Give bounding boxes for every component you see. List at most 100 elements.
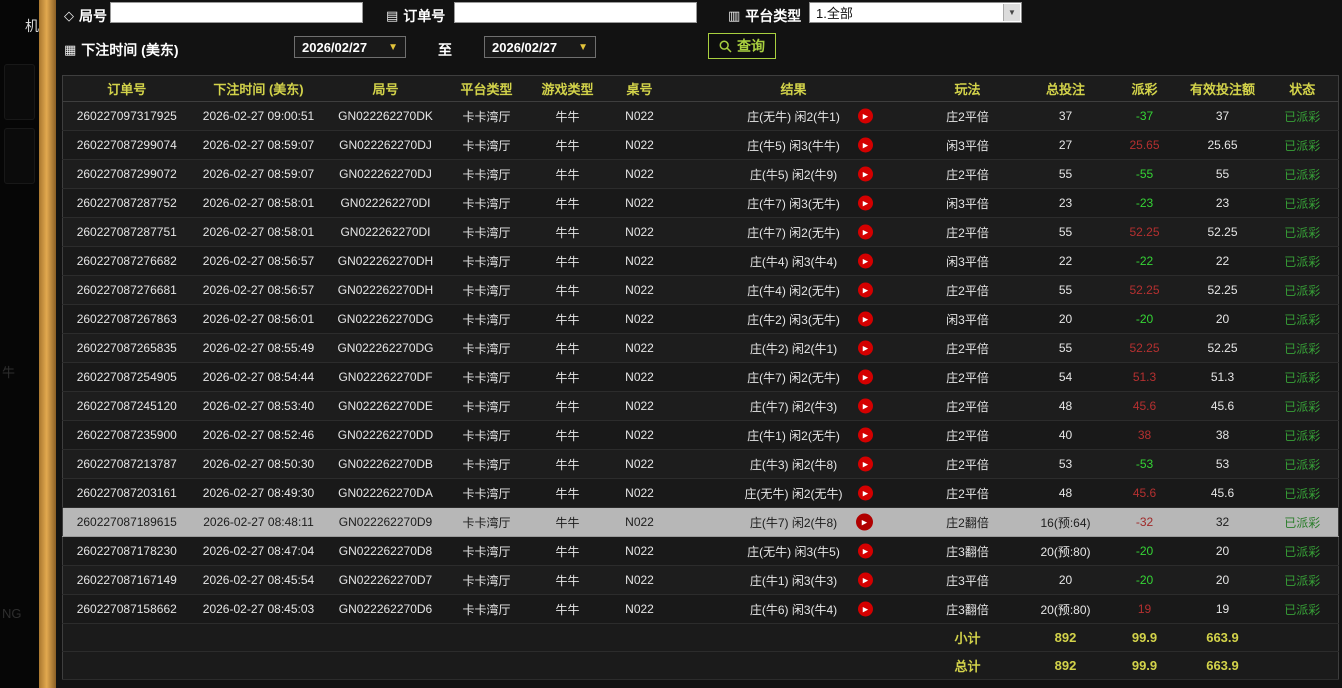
cell-payout: -20	[1111, 537, 1179, 566]
play-video-icon[interactable]: ▶	[858, 283, 873, 298]
play-video-icon[interactable]: ▶	[858, 370, 873, 385]
date-to-select[interactable]: 2026/02/27 ▼	[484, 36, 596, 58]
cell-order-no: 260227087299074	[63, 131, 191, 160]
result-text: 庄(牛5) 闲3(牛牛)	[747, 139, 840, 153]
table-row[interactable]: 2602270973179252026-02-27 09:00:51GN0222…	[63, 102, 1339, 131]
table-row[interactable]: 2602270872877522026-02-27 08:58:01GN0222…	[63, 189, 1339, 218]
play-video-icon[interactable]: ▶	[858, 225, 873, 240]
play-video-icon[interactable]: ▶	[858, 486, 873, 501]
cell-payout: 25.65	[1111, 131, 1179, 160]
table-header-row: 订单号下注时间 (美东)局号平台类型游戏类型桌号结果玩法总投注派彩有效投注额状态	[63, 76, 1339, 102]
cell-round-no: GN022262270DE	[327, 392, 445, 421]
table-row[interactable]: 2602270872549052026-02-27 08:54:44GN0222…	[63, 363, 1339, 392]
table-row[interactable]: 2602270871586622026-02-27 08:45:03GN0222…	[63, 595, 1339, 624]
cell-table-no: N022	[607, 131, 673, 160]
cell-play-type: 庄2平倍	[915, 450, 1021, 479]
cell-order-no: 260227087265835	[63, 334, 191, 363]
cell-order-no: 260227087178230	[63, 537, 191, 566]
cell-total-bet: 20	[1021, 305, 1111, 334]
order-no-label: ▤ 订单号	[386, 6, 445, 26]
date-from-select[interactable]: 2026/02/27 ▼	[294, 36, 406, 58]
cell-result: 庄(牛1) 闲2(无牛) ▶	[673, 421, 915, 450]
cell-payout: 52.25	[1111, 276, 1179, 305]
cell-bet-time: 2026-02-27 08:56:01	[191, 305, 327, 334]
table-row[interactable]: 2602270872658352026-02-27 08:55:49GN0222…	[63, 334, 1339, 363]
cell-table-no: N022	[607, 102, 673, 131]
chevron-down-icon: ▼	[1003, 4, 1020, 21]
play-video-icon[interactable]: ▶	[858, 544, 873, 559]
platform-type-label: ▥ 平台类型	[728, 6, 801, 26]
calendar-icon: ▦	[64, 42, 76, 58]
table-row[interactable]: 2602270872877512026-02-27 08:58:01GN0222…	[63, 218, 1339, 247]
play-video-icon[interactable]: ▶	[858, 399, 873, 414]
round-no-input[interactable]	[110, 2, 363, 23]
table-row[interactable]: 2602270872137872026-02-27 08:50:30GN0222…	[63, 450, 1339, 479]
table-row[interactable]: 2602270872359002026-02-27 08:52:46GN0222…	[63, 421, 1339, 450]
play-video-icon[interactable]: ▶	[858, 573, 873, 588]
play-video-icon[interactable]: ▶	[858, 428, 873, 443]
cell-total-bet: 55	[1021, 160, 1111, 189]
query-button[interactable]: 查询	[708, 33, 776, 59]
play-video-icon[interactable]: ▶	[858, 312, 873, 327]
sidebar-menu-text[interactable]: 机	[25, 16, 39, 36]
play-video-icon[interactable]: ▶	[858, 341, 873, 356]
table-row[interactable]: 2602270872766822026-02-27 08:56:57GN0222…	[63, 247, 1339, 276]
cell-total-bet: 40	[1021, 421, 1111, 450]
column-header: 玩法	[915, 76, 1021, 102]
cell-round-no: GN022262270DG	[327, 334, 445, 363]
total-payout: 99.9	[1111, 652, 1179, 680]
total-total-bet: 892	[1021, 652, 1111, 680]
cell-total-bet: 16(预:64)	[1021, 508, 1111, 537]
play-video-icon[interactable]: ▶	[858, 109, 873, 124]
cell-play-type: 闲3平倍	[915, 189, 1021, 218]
cell-status: 已派彩	[1267, 421, 1339, 450]
cell-order-no: 260227087254905	[63, 363, 191, 392]
bg-fragment: NG	[2, 606, 22, 621]
play-video-icon[interactable]: ▶	[858, 457, 873, 472]
cell-valid-bet: 55	[1179, 160, 1267, 189]
cell-total-bet: 55	[1021, 334, 1111, 363]
cell-play-type: 闲3平倍	[915, 131, 1021, 160]
play-video-icon[interactable]: ▶	[858, 602, 873, 617]
cell-play-type: 庄2平倍	[915, 421, 1021, 450]
table-row[interactable]: 2602270872766812026-02-27 08:56:57GN0222…	[63, 276, 1339, 305]
cell-platform-type: 卡卡湾厅	[445, 131, 529, 160]
cell-round-no: GN022262270DJ	[327, 160, 445, 189]
platform-type-select[interactable]: 1.全部 ▼	[809, 2, 1022, 23]
table-row[interactable]: 2602270872990742026-02-27 08:59:07GN0222…	[63, 131, 1339, 160]
order-no-input[interactable]	[454, 2, 697, 23]
cell-game-type: 牛牛	[529, 131, 607, 160]
cell-total-bet: 37	[1021, 102, 1111, 131]
play-video-icon[interactable]: ▶	[856, 514, 873, 531]
cell-valid-bet: 20	[1179, 566, 1267, 595]
table-row[interactable]: 2602270872678632026-02-27 08:56:01GN0222…	[63, 305, 1339, 334]
table-row[interactable]: 2602270871896152026-02-27 08:48:11GN0222…	[63, 508, 1339, 537]
cell-order-no: 260227087167149	[63, 566, 191, 595]
cell-payout: -20	[1111, 566, 1179, 595]
cell-result: 庄(牛7) 闲2(无牛)▶	[673, 218, 915, 247]
cell-table-no: N022	[607, 566, 673, 595]
play-video-icon[interactable]: ▶	[858, 196, 873, 211]
play-video-icon[interactable]: ▶	[858, 254, 873, 269]
table-row[interactable]: 2602270872990722026-02-27 08:59:07GN0222…	[63, 160, 1339, 189]
cell-order-no: 260227087158662	[63, 595, 191, 624]
cell-payout: -53	[1111, 450, 1179, 479]
cell-play-type: 庄3平倍	[915, 566, 1021, 595]
cell-bet-time: 2026-02-27 08:56:57	[191, 247, 327, 276]
cell-total-bet: 27	[1021, 131, 1111, 160]
table-row[interactable]: 2602270872451202026-02-27 08:53:40GN0222…	[63, 392, 1339, 421]
diamond-icon: ◇	[64, 8, 74, 24]
table-row[interactable]: 2602270871782302026-02-27 08:47:04GN0222…	[63, 537, 1339, 566]
table-row[interactable]: 2602270872031612026-02-27 08:49:30GN0222…	[63, 479, 1339, 508]
table-row[interactable]: 2602270871671492026-02-27 08:45:54GN0222…	[63, 566, 1339, 595]
cell-valid-bet: 38	[1179, 421, 1267, 450]
result-text: 庄(牛4) 闲3(牛4)	[750, 255, 837, 269]
table-body: 2602270973179252026-02-27 09:00:51GN0222…	[63, 102, 1339, 624]
round-no-label-text: 局号	[79, 6, 107, 26]
cell-round-no: GN022262270DG	[327, 305, 445, 334]
cell-table-no: N022	[607, 421, 673, 450]
result-text: 庄(牛1) 闲2(无牛)	[747, 429, 840, 443]
play-video-icon[interactable]: ▶	[858, 138, 873, 153]
cell-bet-time: 2026-02-27 08:50:30	[191, 450, 327, 479]
play-video-icon[interactable]: ▶	[858, 167, 873, 182]
